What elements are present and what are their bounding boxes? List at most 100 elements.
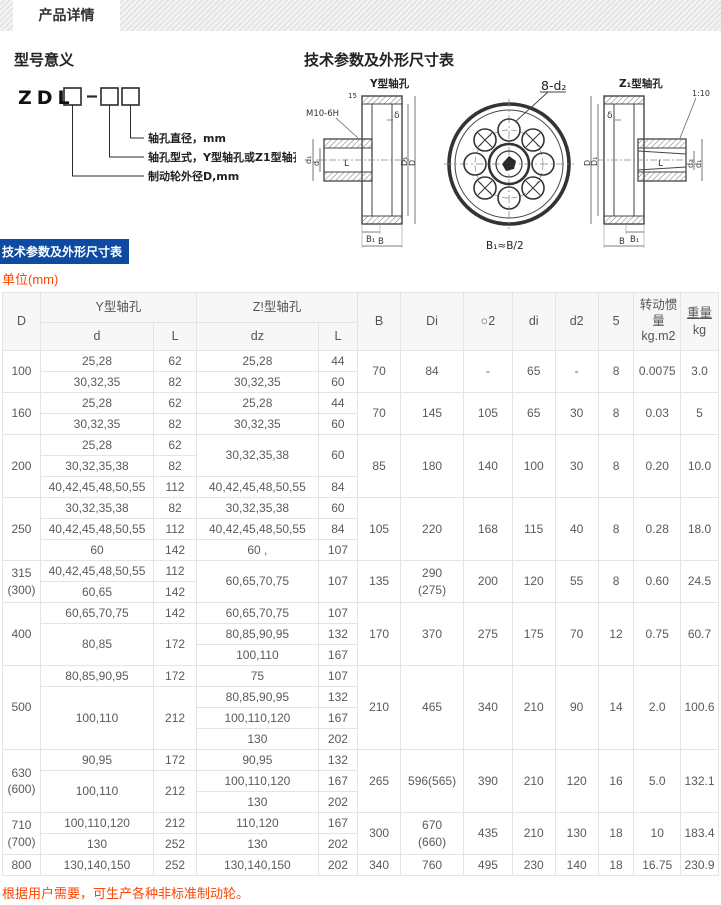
col-header-O2: ○2 [464,293,513,351]
table-cell: 172 [154,666,197,687]
table-cell: 60,65,70,75 [40,603,153,624]
table-cell: 202 [318,834,357,855]
table-row: 315 (300)40,42,45,48,50,5511260,65,70,75… [3,561,719,582]
table-cell: 90,95 [40,750,153,771]
table-cell: 90,95 [197,750,319,771]
table-cell: 105 [464,393,513,435]
table-cell: 132 [318,750,357,771]
model-meaning-block: 型号意义 ZDL 轴孔直径，mm 轴孔型式，Y型轴孔或Z1型轴孔 制动轮外径D,… [14,45,304,237]
technical-drawing: Y型轴孔 d₁ d L D₁ D M10-6H [304,76,717,252]
table-row: 20025,286230,32,35,3860851801401003080.2… [3,435,719,456]
table-cell: 107 [318,603,357,624]
table-cell: 40,42,45,48,50,55 [40,519,153,540]
table-cell: 200 [3,435,41,498]
model-prefix: ZDL [18,87,75,109]
table-cell: 25,28 [40,351,153,372]
col-header-y-group: Y型轴孔 [40,293,196,323]
dim-thread: M10-6H [306,109,339,119]
table-cell: 40,42,45,48,50,55 [40,561,153,582]
table-cell: 80,85 [40,624,153,666]
table-cell: 84 [318,477,357,498]
table-cell: 435 [464,813,513,855]
table-cell: 8 [598,393,634,435]
table-cell: 18 [598,813,634,855]
y-bore-view: Y型轴孔 d₁ d L D₁ D M10-6H [304,77,417,248]
table-cell: 210 [512,666,555,750]
table-cell: 180 [401,435,464,498]
table-cell: 800 [3,855,41,876]
section-bar-title: 技术参数及外形尺寸表 [0,239,129,264]
table-cell: 14 [598,666,634,750]
table-cell: 112 [154,519,197,540]
table-cell: 107 [318,540,357,561]
label-outer-diameter: 制动轮外径D,mm [148,169,239,183]
table-cell: 107 [318,561,357,603]
table-cell: 135 [358,561,401,603]
table-cell: 60 [318,372,357,393]
weight-unit: kg [683,322,716,339]
table-cell: 230.9 [680,855,718,876]
table-cell: 710 (700) [3,813,41,855]
table-cell: 183.4 [680,813,718,855]
table-cell: 0.28 [634,498,681,561]
table-cell: 25,28 [197,393,319,414]
table-cell: 400 [3,603,41,666]
col-header-S: 5 [598,293,634,351]
table-cell: 70 [358,351,401,393]
table-cell: 130 [555,813,598,855]
table-cell: 60,65,70,75 [197,561,319,603]
table-cell: 100,110 [40,687,153,750]
spec-table-body: 10025,286225,28447084-65-80.00753.030,32… [3,351,719,876]
table-row: 16025,286225,284470145105653080.035 [3,393,719,414]
table-cell: 100,110 [197,645,319,666]
dim-b-half: B₁≈B/2 [486,240,524,252]
table-cell: 370 [401,603,464,666]
table-cell: 8 [598,351,634,393]
table-cell: 16.75 [634,855,681,876]
drawing-block: 技术参数及外形尺寸表 Y型轴孔 [304,45,721,237]
table-cell: 265 [358,750,401,813]
table-cell: 140 [555,855,598,876]
table-cell: 55 [555,561,598,603]
table-cell: 167 [318,771,357,792]
spec-table-head: D Y型轴孔 Z!型轴孔 B Di ○2 di d2 5 转动惯量 kg.m2 … [3,293,719,351]
front-view: 8-d₂ B₁≈B/2 [444,78,574,252]
table-cell: 25,28 [40,393,153,414]
table-cell: 60 [40,540,153,561]
table-row: 50080,85,90,951727510721046534021090142.… [3,666,719,687]
dim-L-y: L [344,159,349,169]
table-cell: 82 [154,414,197,435]
table-cell: 760 [401,855,464,876]
table-cell: 30,32,35,38 [40,456,153,477]
table-cell: 84 [318,519,357,540]
table-cell: 115 [512,498,555,561]
table-cell: 172 [154,624,197,666]
table-cell: 132.1 [680,750,718,813]
table-cell: 140 [464,435,513,498]
table-cell: 30,32,35 [197,372,319,393]
table-cell: 40,42,45,48,50,55 [197,477,319,498]
table-cell: 495 [464,855,513,876]
table-cell: 40,42,45,48,50,55 [40,477,153,498]
dim-D-z: D [583,160,592,166]
tab-product-details[interactable]: 产品详情 [13,0,120,31]
table-cell: 160 [3,393,41,435]
table-cell: 3.0 [680,351,718,393]
table-cell: 100,110 [40,771,153,813]
table-cell: 44 [318,393,357,414]
col-header-Di: Di [401,293,464,351]
table-cell: 60 , [197,540,319,561]
z1-bore-view: Z₁型轴孔 1:10 δ D₁ D L [583,77,710,248]
inertia-label: 转动惯量 [636,298,680,329]
table-cell: 167 [318,708,357,729]
table-cell: 30,32,35,38 [197,435,319,477]
table-cell: 168 [464,498,513,561]
table-cell: 70 [358,393,401,435]
table-cell: 90 [555,666,598,750]
table-cell: 12 [598,603,634,666]
table-cell: 100 [3,351,41,393]
table-cell: 30,32,35,38 [197,498,319,519]
table-cell: 65 [512,351,555,393]
table-cell: 670 (660) [401,813,464,855]
table-cell: 60 [318,498,357,519]
